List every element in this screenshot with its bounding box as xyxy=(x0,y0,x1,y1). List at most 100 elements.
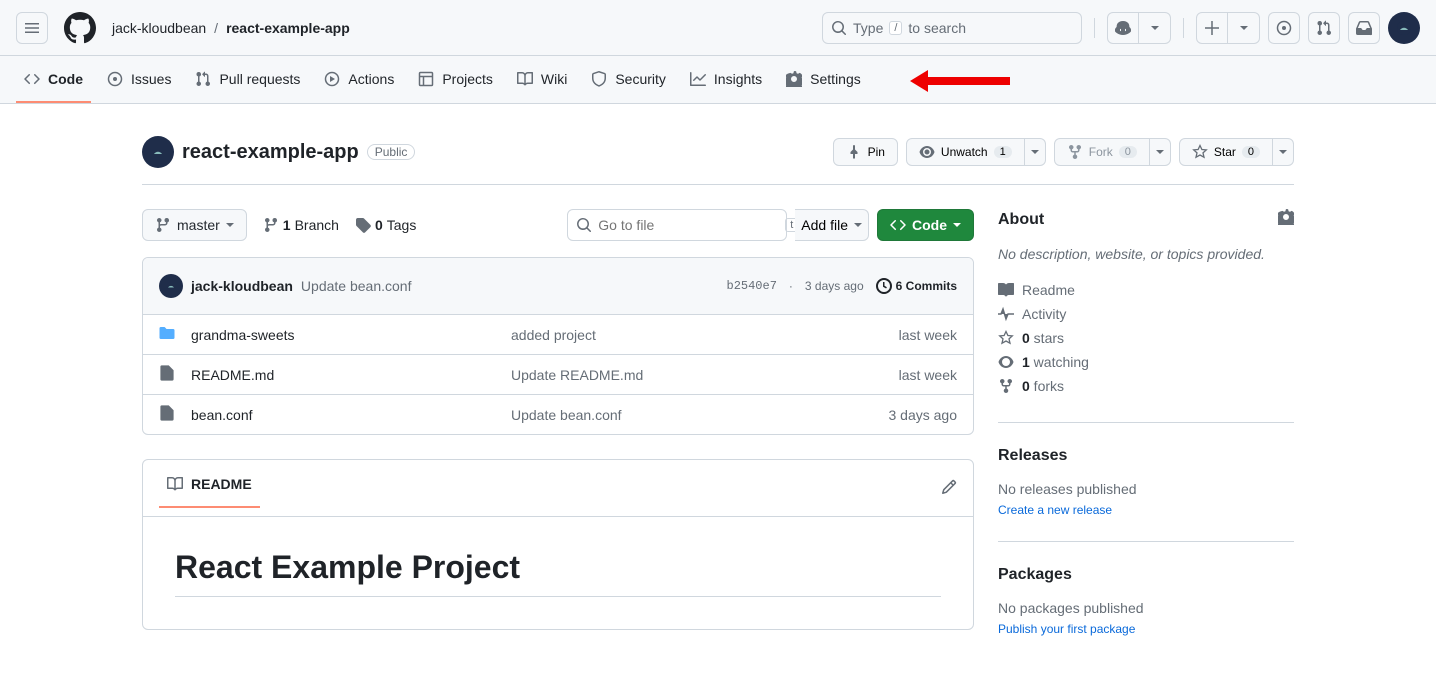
about-heading: About xyxy=(998,211,1044,229)
user-avatar[interactable] xyxy=(1388,12,1420,44)
notifications-button[interactable] xyxy=(1348,12,1380,44)
releases-block: Releases No releases published Create a … xyxy=(998,447,1294,542)
file-commit-message[interactable]: Update bean.conf xyxy=(511,407,889,423)
copilot-dropdown[interactable] xyxy=(1139,12,1171,44)
tag-icon xyxy=(355,217,371,233)
file-row[interactable]: README.mdUpdate README.mdlast week xyxy=(143,354,973,394)
branch-select-button[interactable]: master xyxy=(142,209,247,241)
git-branch-icon xyxy=(155,217,171,233)
search-input[interactable]: Type / to search xyxy=(822,12,1082,44)
gear-icon xyxy=(786,71,802,87)
inbox-icon xyxy=(1356,20,1372,36)
copilot-icon xyxy=(1115,20,1131,36)
fork-button[interactable]: Fork 0 xyxy=(1054,138,1150,166)
nav-code[interactable]: Code xyxy=(16,57,91,103)
commit-author-link[interactable]: jack-kloudbean xyxy=(191,278,293,294)
add-file-button[interactable]: Add file xyxy=(795,209,869,241)
nav-pulls-label: Pull requests xyxy=(219,71,300,87)
edit-readme-button[interactable] xyxy=(941,479,957,498)
nav-settings-label: Settings xyxy=(810,71,861,87)
nav-issues[interactable]: Issues xyxy=(99,57,179,103)
create-dropdown[interactable] xyxy=(1228,12,1260,44)
fork-count: 0 xyxy=(1119,146,1137,158)
readme-tab[interactable]: README xyxy=(159,468,260,508)
file-name-link[interactable]: grandma-sweets xyxy=(191,327,511,343)
file-name-link[interactable]: README.md xyxy=(191,367,511,383)
commit-message-link[interactable]: Update bean.conf xyxy=(301,278,412,294)
stars-link[interactable]: 0 stars xyxy=(998,326,1294,350)
readme-link[interactable]: Readme xyxy=(998,278,1294,302)
create-button-group xyxy=(1196,12,1260,44)
file-commit-message[interactable]: Update README.md xyxy=(511,367,899,383)
watch-count: 1 xyxy=(994,146,1012,158)
file-time: last week xyxy=(899,367,957,383)
nav-insights[interactable]: Insights xyxy=(682,57,770,103)
goto-file-field[interactable] xyxy=(598,217,779,233)
nav-pull-requests[interactable]: Pull requests xyxy=(187,57,308,103)
readme-tab-label: README xyxy=(191,476,252,492)
packages-block: Packages No packages published Publish y… xyxy=(998,566,1294,660)
nav-security-label: Security xyxy=(615,71,666,87)
github-logo[interactable] xyxy=(64,12,96,44)
commits-count-link[interactable]: 6 Commits xyxy=(876,278,957,294)
file-row[interactable]: bean.confUpdate bean.conf3 days ago xyxy=(143,394,973,434)
issues-button[interactable] xyxy=(1268,12,1300,44)
hamburger-menu-button[interactable] xyxy=(16,12,48,44)
commit-sep: · xyxy=(789,279,793,293)
commit-sha[interactable]: b2540e7 xyxy=(727,279,777,293)
code-button[interactable]: Code xyxy=(877,209,974,241)
folder-icon xyxy=(159,325,175,344)
packages-text: No packages published xyxy=(998,600,1294,616)
breadcrumb-owner[interactable]: jack-kloudbean xyxy=(112,20,206,36)
nav-settings[interactable]: Settings xyxy=(778,57,869,103)
repo-title: react-example-app xyxy=(182,141,359,164)
chevron-down-icon xyxy=(1279,148,1287,156)
search-icon xyxy=(576,217,592,233)
watch-dropdown[interactable] xyxy=(1025,138,1046,166)
nav-security[interactable]: Security xyxy=(583,57,674,103)
about-block: About No description, website, or topics… xyxy=(998,209,1294,423)
file-commit-message[interactable]: added project xyxy=(511,327,899,343)
fork-dropdown[interactable] xyxy=(1150,138,1171,166)
about-description: No description, website, or topics provi… xyxy=(998,246,1294,262)
avatar-icon xyxy=(150,144,166,160)
star-icon xyxy=(1192,144,1208,160)
separator xyxy=(1183,18,1184,38)
eye-icon xyxy=(919,144,935,160)
create-new-button[interactable] xyxy=(1196,12,1228,44)
star-icon xyxy=(998,330,1014,346)
code-toolbar: master 1 Branch 0 Tags t xyxy=(142,209,974,241)
readme-header: README xyxy=(143,460,973,517)
annotation-arrow-icon xyxy=(910,66,1010,96)
fork-button-group: Fork 0 xyxy=(1054,138,1171,166)
commit-author-avatar[interactable] xyxy=(159,274,183,298)
goto-file-input[interactable]: t xyxy=(567,209,787,241)
breadcrumb-repo[interactable]: react-example-app xyxy=(226,20,350,36)
nav-wiki[interactable]: Wiki xyxy=(509,57,575,103)
copilot-button[interactable] xyxy=(1107,12,1139,44)
file-row[interactable]: grandma-sweetsadded projectlast week xyxy=(143,314,973,354)
about-settings-button[interactable] xyxy=(1278,209,1294,230)
pull-requests-button[interactable] xyxy=(1308,12,1340,44)
unwatch-button[interactable]: Unwatch 1 xyxy=(906,138,1025,166)
tags-link[interactable]: 0 Tags xyxy=(355,217,416,233)
star-dropdown[interactable] xyxy=(1273,138,1294,166)
create-release-link[interactable]: Create a new release xyxy=(998,503,1112,517)
forks-link[interactable]: 0 forks xyxy=(998,374,1294,398)
watching-link[interactable]: 1 watching xyxy=(998,350,1294,374)
search-text-before: Type xyxy=(853,20,883,36)
activity-link-label: Activity xyxy=(1022,306,1066,322)
file-name-link[interactable]: bean.conf xyxy=(191,407,511,423)
star-button[interactable]: Star 0 xyxy=(1179,138,1273,166)
nav-actions[interactable]: Actions xyxy=(316,57,402,103)
branches-link[interactable]: 1 Branch xyxy=(263,217,339,233)
watch-button-group: Unwatch 1 xyxy=(906,138,1046,166)
git-branch-icon xyxy=(263,217,279,233)
hamburger-icon xyxy=(24,20,40,36)
nav-projects[interactable]: Projects xyxy=(410,57,501,103)
activity-link[interactable]: Activity xyxy=(998,302,1294,326)
code-icon xyxy=(24,71,40,87)
publish-package-link[interactable]: Publish your first package xyxy=(998,622,1135,636)
avatar-icon xyxy=(1396,20,1412,36)
pin-button[interactable]: Pin xyxy=(833,138,898,166)
